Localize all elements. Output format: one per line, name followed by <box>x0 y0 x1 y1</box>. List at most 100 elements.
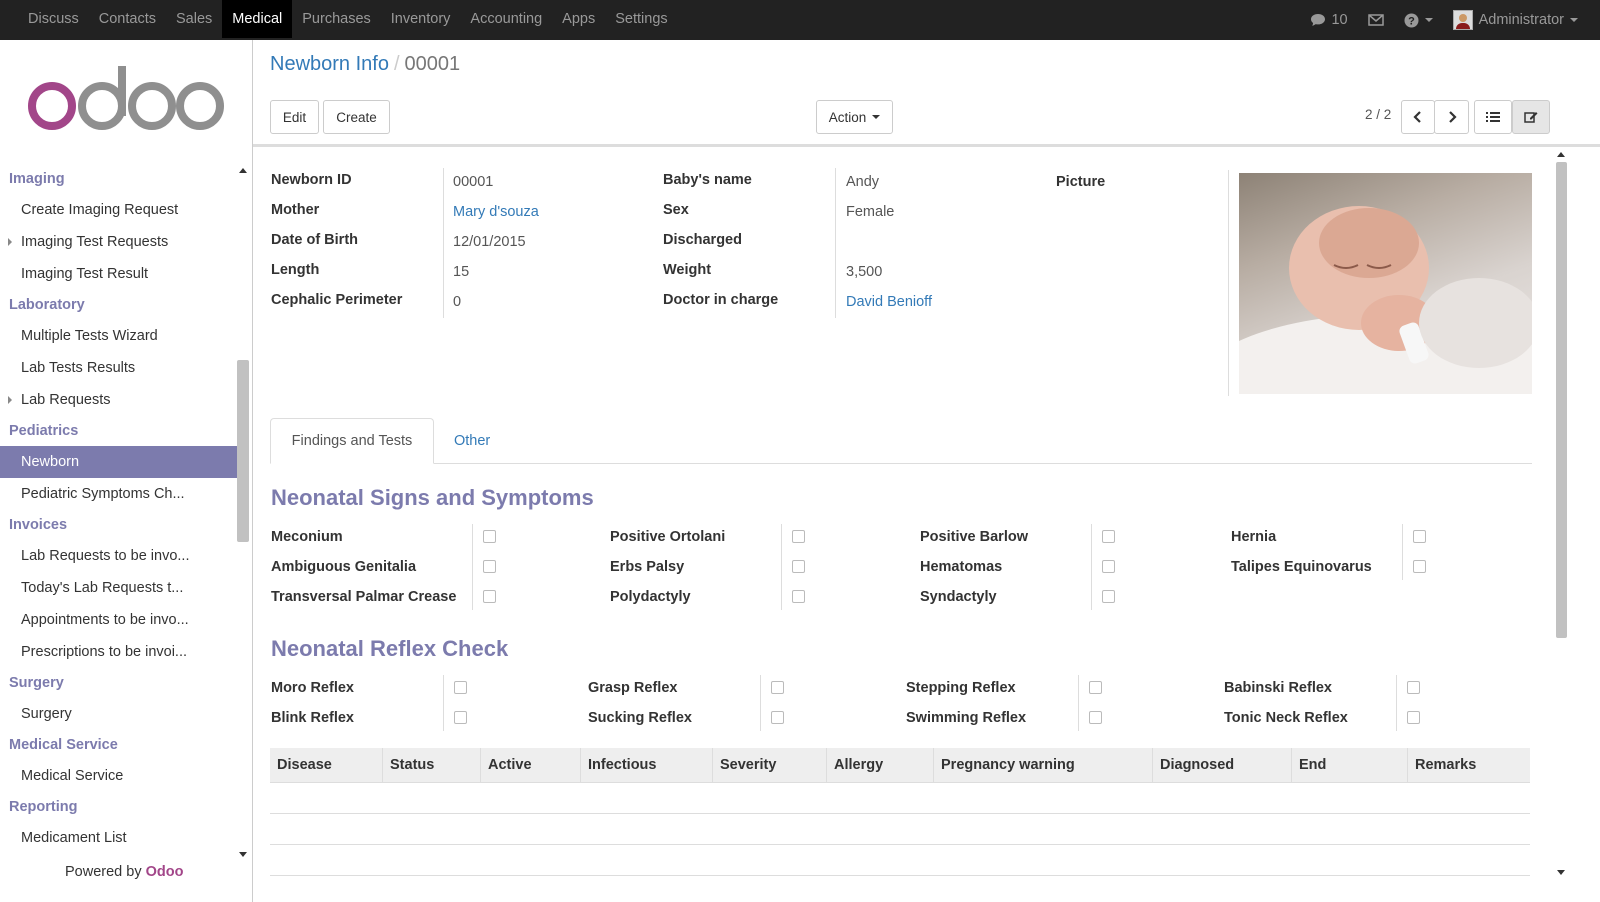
blink-reflex-checkbox[interactable] <box>454 711 467 724</box>
action-button[interactable]: Action <box>816 100 893 134</box>
positive-barlow-checkbox[interactable] <box>1102 530 1115 543</box>
grasp-reflex-label: Grasp Reflex <box>588 680 678 696</box>
top-menu-sales[interactable]: Sales <box>166 0 222 38</box>
mail-button[interactable] <box>1358 1 1394 39</box>
moro-reflex-checkbox[interactable] <box>454 681 467 694</box>
field-divider <box>1078 675 1079 731</box>
top-menu-apps[interactable]: Apps <box>552 0 605 38</box>
sucking-reflex-checkbox[interactable] <box>771 711 784 724</box>
top-menu-discuss[interactable]: Discuss <box>18 0 89 38</box>
edit-button[interactable]: Edit <box>270 100 319 134</box>
sidebar-item-lab-requests-invoice[interactable]: Lab Requests to be invo... <box>0 540 238 572</box>
hernia-checkbox[interactable] <box>1413 530 1426 543</box>
reflex-section-title: Neonatal Reflex Check <box>271 636 509 661</box>
list-view-button[interactable] <box>1474 100 1512 134</box>
newborn-id-value: 00001 <box>453 174 494 190</box>
newborn-picture[interactable] <box>1239 173 1532 394</box>
talipes-equinovarus-checkbox[interactable] <box>1413 560 1426 573</box>
column-disease[interactable]: Disease <box>270 748 383 783</box>
top-menu-settings[interactable]: Settings <box>605 0 677 38</box>
column-active[interactable]: Active <box>481 748 581 783</box>
ambiguous-genitalia-checkbox[interactable] <box>483 560 496 573</box>
chevron-down-icon <box>1570 18 1578 22</box>
sidebar-item-newborn[interactable]: Newborn <box>0 446 238 478</box>
sidebar-item-surgery[interactable]: Surgery <box>0 698 238 730</box>
sidebar-scrollbar[interactable] <box>237 164 249 864</box>
erbs-palsy-checkbox[interactable] <box>792 560 805 573</box>
sidebar-item-multiple-tests-wizard[interactable]: Multiple Tests Wizard <box>0 320 238 352</box>
messages-button[interactable]: 10 <box>1300 1 1357 39</box>
field-divider <box>760 675 761 731</box>
column-end[interactable]: End <box>1292 748 1408 783</box>
column-remarks[interactable]: Remarks <box>1408 748 1530 783</box>
sidebar-item-appointments-invoice[interactable]: Appointments to be invo... <box>0 604 238 636</box>
create-button[interactable]: Create <box>323 100 390 134</box>
sidebar-item-lab-tests-results[interactable]: Lab Tests Results <box>0 352 238 384</box>
scroll-thumb[interactable] <box>1556 162 1567 638</box>
column-status[interactable]: Status <box>383 748 481 783</box>
column-pregnancy-warning[interactable]: Pregnancy warning <box>934 748 1153 783</box>
scroll-up-icon[interactable] <box>239 168 247 173</box>
tab-findings-and-tests[interactable]: Findings and Tests <box>270 418 434 464</box>
transversal-palmar-crease-checkbox[interactable] <box>483 590 496 603</box>
tab-other[interactable]: Other <box>454 418 490 464</box>
form-view-button[interactable] <box>1512 100 1550 134</box>
doctor-in-charge-link[interactable]: David Benioff <box>846 294 932 310</box>
top-menu-medical[interactable]: Medical <box>222 0 293 38</box>
scroll-thumb[interactable] <box>237 360 249 542</box>
sidebar-item-create-imaging-request[interactable]: Create Imaging Request <box>0 194 238 226</box>
sidebar-section-medical-service: Medical Service <box>9 737 118 753</box>
sidebar-item-lab-requests[interactable]: Lab Requests <box>0 384 238 416</box>
sex-label: Sex <box>663 202 689 218</box>
help-button[interactable]: ? <box>1394 1 1443 39</box>
babinski-reflex-checkbox[interactable] <box>1407 681 1420 694</box>
meconium-checkbox[interactable] <box>483 530 496 543</box>
cephalic-perimeter-label: Cephalic Perimeter <box>271 292 403 308</box>
date-of-birth-label: Date of Birth <box>271 232 358 248</box>
baby-name-label: Baby's name <box>663 172 752 188</box>
swimming-reflex-checkbox[interactable] <box>1089 711 1102 724</box>
field-divider <box>443 675 444 731</box>
weight-label: Weight <box>663 262 712 278</box>
sidebar-item-pediatric-symptoms[interactable]: Pediatric Symptoms Ch... <box>0 478 238 510</box>
top-menu-accounting[interactable]: Accounting <box>460 0 552 38</box>
scroll-down-icon[interactable] <box>239 852 247 857</box>
sidebar-item-imaging-test-requests[interactable]: Imaging Test Requests <box>0 226 238 258</box>
top-menu-purchases[interactable]: Purchases <box>292 0 381 38</box>
column-diagnosed[interactable]: Diagnosed <box>1153 748 1292 783</box>
mother-link[interactable]: Mary d'souza <box>453 204 539 220</box>
hematomas-checkbox[interactable] <box>1102 560 1115 573</box>
stepping-reflex-checkbox[interactable] <box>1089 681 1102 694</box>
scroll-down-icon[interactable] <box>1557 870 1565 875</box>
top-menu-contacts[interactable]: Contacts <box>89 0 166 38</box>
syndactyly-checkbox[interactable] <box>1102 590 1115 603</box>
positive-ortolani-checkbox[interactable] <box>792 530 805 543</box>
sucking-reflex-label: Sucking Reflex <box>588 710 692 726</box>
content-scrollbar[interactable] <box>1555 148 1568 884</box>
column-allergy[interactable]: Allergy <box>827 748 934 783</box>
powered-by-brand[interactable]: Odoo <box>146 864 184 880</box>
scroll-up-icon[interactable] <box>1557 152 1565 157</box>
signs-section-title: Neonatal Signs and Symptoms <box>271 485 594 510</box>
newborn-id-label: Newborn ID <box>271 172 352 188</box>
previous-record-button[interactable] <box>1401 100 1435 134</box>
sidebar-item-medicament-list[interactable]: Medicament List <box>0 822 238 854</box>
column-infectious[interactable]: Infectious <box>581 748 713 783</box>
sidebar-item-prescriptions-invoice[interactable]: Prescriptions to be invoi... <box>0 636 238 668</box>
notebook-tabs: Findings and Tests Other <box>270 418 1532 464</box>
top-menu-inventory[interactable]: Inventory <box>381 0 461 38</box>
column-severity[interactable]: Severity <box>713 748 827 783</box>
sidebar-section-laboratory: Laboratory <box>9 297 85 313</box>
user-menu[interactable]: Administrator <box>1443 1 1588 39</box>
sidebar-item-todays-lab-requests[interactable]: Today's Lab Requests t... <box>0 572 238 604</box>
next-record-button[interactable] <box>1434 100 1469 134</box>
polydactyly-checkbox[interactable] <box>792 590 805 603</box>
sidebar-item-imaging-test-result[interactable]: Imaging Test Result <box>0 258 238 290</box>
breadcrumb-parent[interactable]: Newborn Info <box>270 53 389 75</box>
grasp-reflex-checkbox[interactable] <box>771 681 784 694</box>
date-of-birth-value: 12/01/2015 <box>453 234 526 250</box>
positive-ortolani-label: Positive Ortolani <box>610 529 726 545</box>
tonic-neck-reflex-checkbox[interactable] <box>1407 711 1420 724</box>
sidebar-item-medical-service[interactable]: Medical Service <box>0 760 238 792</box>
odoo-logo[interactable] <box>28 62 228 136</box>
